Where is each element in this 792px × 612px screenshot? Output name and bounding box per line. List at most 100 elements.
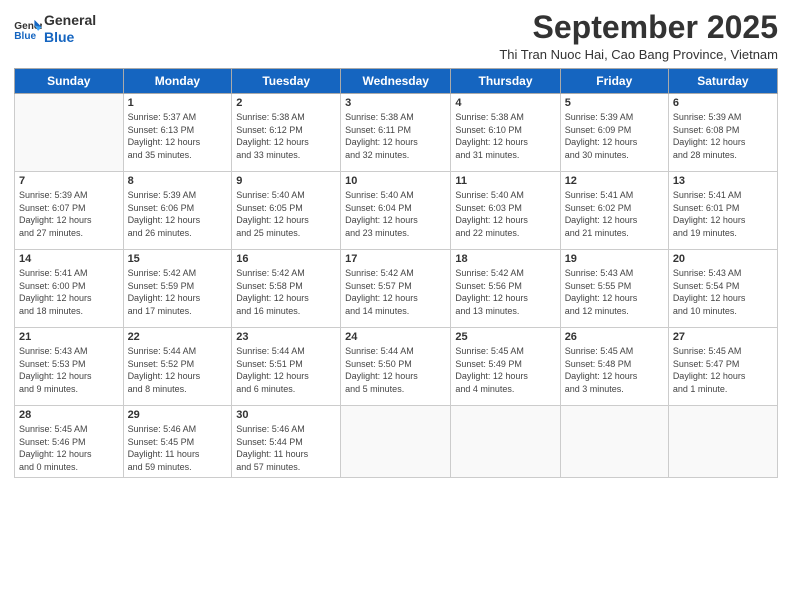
cell-details: Sunrise: 5:40 AM Sunset: 6:03 PM Dayligh…: [455, 189, 555, 239]
calendar-header-row: Sunday Monday Tuesday Wednesday Thursday…: [15, 69, 778, 94]
table-row: 13 Sunrise: 5:41 AM Sunset: 6:01 PM Dayli…: [668, 172, 777, 250]
cell-details: Sunrise: 5:45 AM Sunset: 5:48 PM Dayligh…: [565, 345, 664, 395]
cell-details: Sunrise: 5:43 AM Sunset: 5:53 PM Dayligh…: [19, 345, 119, 395]
table-row: 30 Sunrise: 5:46 AM Sunset: 5:44 PM Dayli…: [232, 406, 341, 477]
table-row: 23 Sunrise: 5:44 AM Sunset: 5:51 PM Dayli…: [232, 328, 341, 406]
table-row: [341, 406, 451, 477]
cell-details: Sunrise: 5:42 AM Sunset: 5:59 PM Dayligh…: [128, 267, 228, 317]
col-friday: Friday: [560, 69, 668, 94]
day-number: 8: [128, 175, 228, 187]
table-row: 24 Sunrise: 5:44 AM Sunset: 5:50 PM Dayli…: [341, 328, 451, 406]
table-row: 19 Sunrise: 5:43 AM Sunset: 5:55 PM Dayli…: [560, 250, 668, 328]
table-row: 4Sunrise: 5:38 AM Sunset: 6:10 PM Daylig…: [451, 94, 560, 172]
day-number: 22: [128, 331, 228, 343]
day-number: 2: [236, 97, 336, 109]
table-row: 18Sunrise: 5:42 AM Sunset: 5:56 PM Dayli…: [451, 250, 560, 328]
day-number: 13: [673, 175, 773, 187]
table-row: 3 Sunrise: 5:38 AM Sunset: 6:11 PM Daylig…: [341, 94, 451, 172]
day-number: 21: [19, 331, 119, 343]
logo-blue: Blue: [44, 29, 96, 46]
day-number: 26: [565, 331, 664, 343]
cell-details: Sunrise: 5:41 AM Sunset: 6:02 PM Dayligh…: [565, 189, 664, 239]
cell-details: Sunrise: 5:39 AM Sunset: 6:09 PM Dayligh…: [565, 111, 664, 161]
table-row: 10Sunrise: 5:40 AM Sunset: 6:04 PM Dayli…: [341, 172, 451, 250]
cell-details: Sunrise: 5:42 AM Sunset: 5:58 PM Dayligh…: [236, 267, 336, 317]
table-row: 14 Sunrise: 5:41 AM Sunset: 6:00 PM Dayli…: [15, 250, 124, 328]
header: General Blue General Blue September 2025…: [14, 10, 778, 62]
day-number: 4: [455, 97, 555, 109]
table-row: 16 Sunrise: 5:42 AM Sunset: 5:58 PM Dayli…: [232, 250, 341, 328]
day-number: 1: [128, 97, 228, 109]
page-container: General Blue General Blue September 2025…: [0, 0, 792, 486]
table-row: [668, 406, 777, 477]
logo-general: General: [44, 12, 96, 29]
cell-details: Sunrise: 5:40 AM Sunset: 6:05 PM Dayligh…: [236, 189, 336, 239]
table-row: 21 Sunrise: 5:43 AM Sunset: 5:53 PM Dayli…: [15, 328, 124, 406]
day-number: 25: [455, 331, 555, 343]
day-number: 29: [128, 409, 228, 421]
table-row: 29 Sunrise: 5:46 AM Sunset: 5:45 PM Dayli…: [123, 406, 232, 477]
col-saturday: Saturday: [668, 69, 777, 94]
table-row: [560, 406, 668, 477]
table-row: 7 Sunrise: 5:39 AM Sunset: 6:07 PM Daylig…: [15, 172, 124, 250]
cell-details: Sunrise: 5:45 AM Sunset: 5:49 PM Dayligh…: [455, 345, 555, 395]
day-number: 20: [673, 253, 773, 265]
table-row: 11 Sunrise: 5:40 AM Sunset: 6:03 PM Dayli…: [451, 172, 560, 250]
day-number: 19: [565, 253, 664, 265]
cell-details: Sunrise: 5:46 AM Sunset: 5:44 PM Dayligh…: [236, 423, 336, 473]
location-subtitle: Thi Tran Nuoc Hai, Cao Bang Province, Vi…: [499, 47, 778, 62]
cell-details: Sunrise: 5:39 AM Sunset: 6:08 PM Dayligh…: [673, 111, 773, 161]
cell-details: Sunrise: 5:38 AM Sunset: 6:11 PM Dayligh…: [345, 111, 446, 161]
day-number: 9: [236, 175, 336, 187]
day-number: 10: [345, 175, 446, 187]
day-number: 24: [345, 331, 446, 343]
cell-details: Sunrise: 5:46 AM Sunset: 5:45 PM Dayligh…: [128, 423, 228, 473]
col-wednesday: Wednesday: [341, 69, 451, 94]
cell-details: Sunrise: 5:44 AM Sunset: 5:51 PM Dayligh…: [236, 345, 336, 395]
day-number: 15: [128, 253, 228, 265]
day-number: 18: [455, 253, 555, 265]
col-thursday: Thursday: [451, 69, 560, 94]
day-number: 5: [565, 97, 664, 109]
table-row: 2 Sunrise: 5:38 AM Sunset: 6:12 PM Daylig…: [232, 94, 341, 172]
col-sunday: Sunday: [15, 69, 124, 94]
day-number: 14: [19, 253, 119, 265]
cell-details: Sunrise: 5:43 AM Sunset: 5:55 PM Dayligh…: [565, 267, 664, 317]
cell-details: Sunrise: 5:39 AM Sunset: 6:07 PM Dayligh…: [19, 189, 119, 239]
day-number: 12: [565, 175, 664, 187]
table-row: 25 Sunrise: 5:45 AM Sunset: 5:49 PM Dayli…: [451, 328, 560, 406]
table-row: 15 Sunrise: 5:42 AM Sunset: 5:59 PM Dayli…: [123, 250, 232, 328]
cell-details: Sunrise: 5:43 AM Sunset: 5:54 PM Dayligh…: [673, 267, 773, 317]
table-row: [15, 94, 124, 172]
day-number: 30: [236, 409, 336, 421]
cell-details: Sunrise: 5:41 AM Sunset: 6:00 PM Dayligh…: [19, 267, 119, 317]
col-tuesday: Tuesday: [232, 69, 341, 94]
calendar-table: Sunday Monday Tuesday Wednesday Thursday…: [14, 68, 778, 477]
day-number: 27: [673, 331, 773, 343]
cell-details: Sunrise: 5:45 AM Sunset: 5:46 PM Dayligh…: [19, 423, 119, 473]
day-number: 16: [236, 253, 336, 265]
col-monday: Monday: [123, 69, 232, 94]
table-row: 26 Sunrise: 5:45 AM Sunset: 5:48 PM Dayli…: [560, 328, 668, 406]
day-number: 7: [19, 175, 119, 187]
cell-details: Sunrise: 5:44 AM Sunset: 5:52 PM Dayligh…: [128, 345, 228, 395]
cell-details: Sunrise: 5:42 AM Sunset: 5:57 PM Dayligh…: [345, 267, 446, 317]
table-row: 22 Sunrise: 5:44 AM Sunset: 5:52 PM Dayli…: [123, 328, 232, 406]
cell-details: Sunrise: 5:41 AM Sunset: 6:01 PM Dayligh…: [673, 189, 773, 239]
svg-text:Blue: Blue: [14, 31, 36, 40]
table-row: 27 Sunrise: 5:45 AM Sunset: 5:47 PM Dayli…: [668, 328, 777, 406]
day-number: 11: [455, 175, 555, 187]
logo-icon: General Blue: [14, 18, 42, 40]
table-row: 6Sunrise: 5:39 AM Sunset: 6:08 PM Daylig…: [668, 94, 777, 172]
table-row: 17 Sunrise: 5:42 AM Sunset: 5:57 PM Dayli…: [341, 250, 451, 328]
table-row: 9 Sunrise: 5:40 AM Sunset: 6:05 PM Daylig…: [232, 172, 341, 250]
cell-details: Sunrise: 5:45 AM Sunset: 5:47 PM Dayligh…: [673, 345, 773, 395]
cell-details: Sunrise: 5:44 AM Sunset: 5:50 PM Dayligh…: [345, 345, 446, 395]
table-row: 12 Sunrise: 5:41 AM Sunset: 6:02 PM Dayli…: [560, 172, 668, 250]
day-number: 23: [236, 331, 336, 343]
day-number: 3: [345, 97, 446, 109]
cell-details: Sunrise: 5:38 AM Sunset: 6:12 PM Dayligh…: [236, 111, 336, 161]
day-number: 28: [19, 409, 119, 421]
title-block: September 2025 Thi Tran Nuoc Hai, Cao Ba…: [499, 10, 778, 62]
day-number: 17: [345, 253, 446, 265]
